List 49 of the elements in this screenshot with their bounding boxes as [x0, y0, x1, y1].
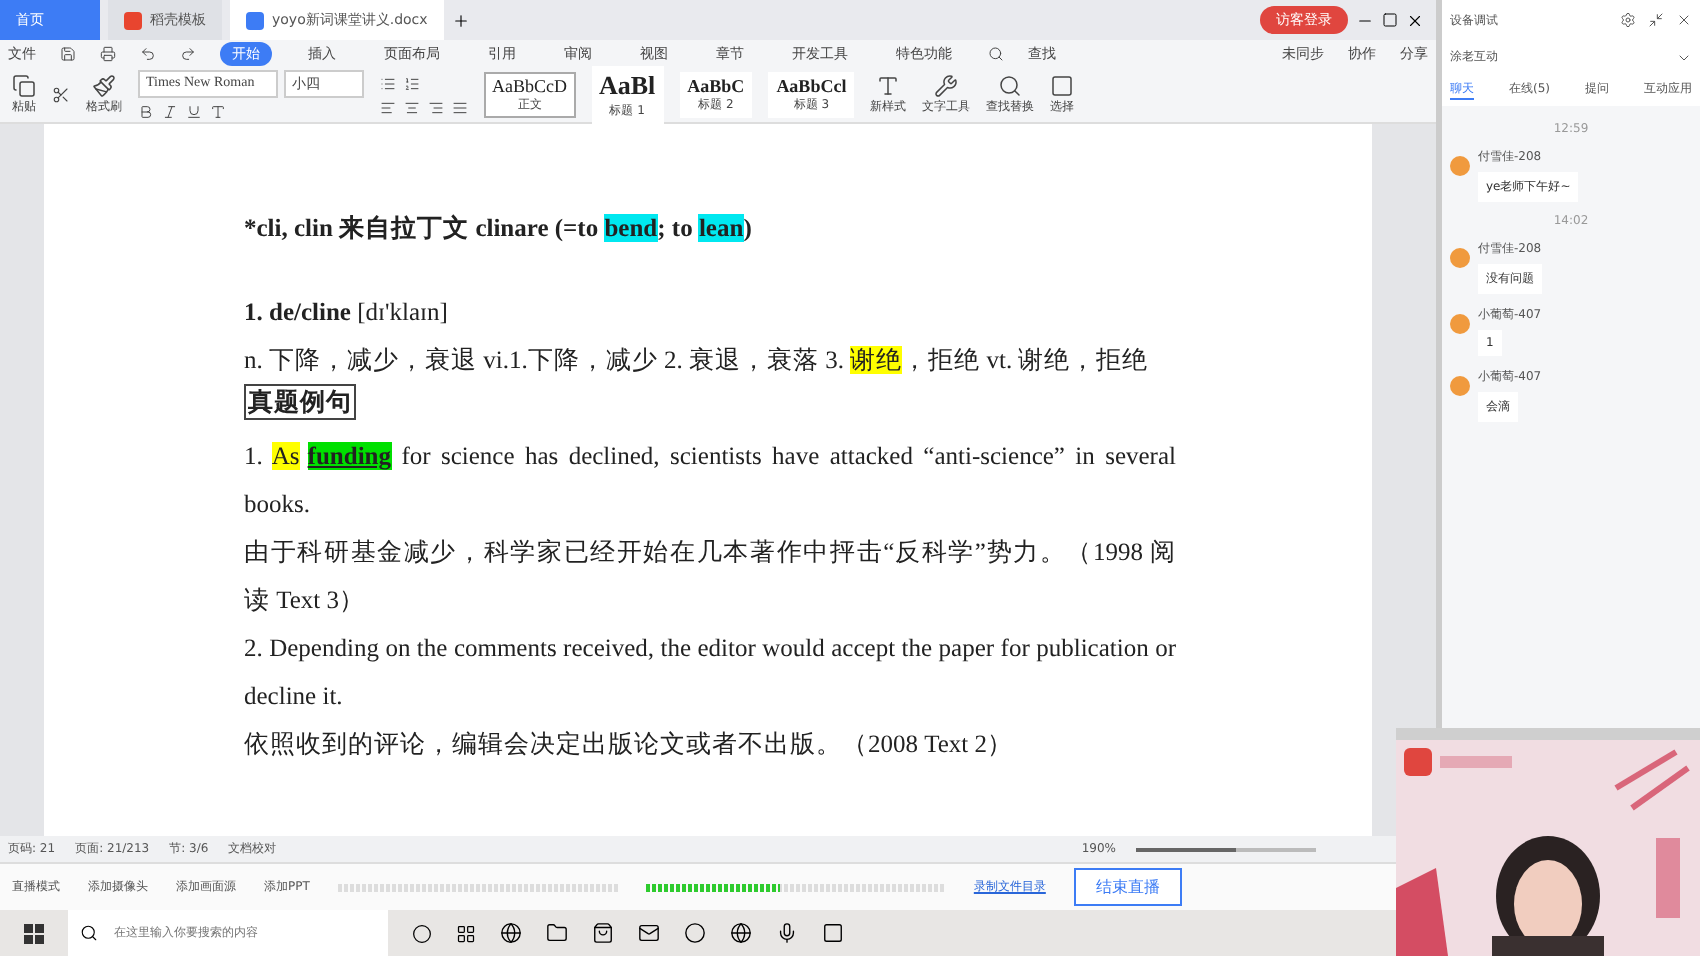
search-icon [80, 924, 98, 942]
user-avatar [1450, 248, 1470, 268]
redo-icon[interactable] [180, 46, 196, 62]
end-live-button[interactable]: 结束直播 [1073, 868, 1182, 906]
justify-icon[interactable] [452, 99, 468, 115]
store-icon[interactable] [592, 922, 614, 944]
maximize-icon[interactable] [1382, 12, 1398, 28]
user-avatar [1450, 156, 1470, 176]
folder-icon[interactable] [546, 922, 568, 944]
close-icon[interactable] [1676, 12, 1692, 28]
user-avatar [1450, 376, 1470, 396]
undo-icon[interactable] [140, 46, 156, 62]
section-label: 真题例句 [244, 384, 356, 420]
numbered-list-icon[interactable] [404, 75, 420, 91]
collapse-icon[interactable] [1648, 12, 1664, 28]
windows-logo-icon[interactable] [24, 923, 44, 943]
search-icon[interactable] [988, 46, 1004, 62]
italic-icon[interactable] [162, 104, 178, 120]
root-heading: *cli, clin 来自拉丁文 clinare (=to bend; to lean) [244, 212, 754, 246]
tool-icon[interactable] [934, 74, 959, 98]
paragraph: 2. Depending on the comments received, the editor would accept the paper for publication or decline it. [244, 632, 1176, 714]
mail-icon[interactable] [638, 922, 660, 944]
close-icon[interactable] [1406, 11, 1424, 29]
document-icon [246, 11, 264, 29]
align-center-icon[interactable] [404, 99, 420, 115]
align-right-icon[interactable] [428, 99, 444, 115]
print-icon[interactable] [100, 46, 116, 62]
save-icon[interactable] [60, 46, 76, 62]
underline-icon[interactable] [186, 104, 202, 120]
paste-icon[interactable] [12, 74, 36, 98]
paragraph: 由于科研基金减少，科学家已经开始在几本著作中抨击“反科学”势力。（1998 阅读 Text 3） [244, 536, 1176, 618]
browser-icon[interactable] [500, 922, 522, 944]
user-avatar [1450, 314, 1470, 334]
bullet-list-icon[interactable] [380, 75, 396, 91]
tool-icon[interactable] [998, 74, 1023, 98]
task-view-icon[interactable] [412, 923, 432, 943]
tool-icon[interactable] [876, 74, 901, 98]
bold-icon[interactable] [138, 104, 154, 120]
align-left-icon[interactable] [380, 99, 396, 115]
window-grid-icon[interactable] [456, 923, 476, 943]
font-color-icon[interactable] [210, 104, 226, 120]
new-tab-icon[interactable] [451, 11, 470, 29]
format-painter-icon[interactable] [92, 74, 116, 98]
paragraph: 1. de/cline [dɪ'klaɪn] [244, 296, 450, 330]
paragraph: n. 下降，减少，衰退 vi.1.下降，减少 2. 衰退，衰落 3. 谢绝，拒绝 vt. 谢绝，拒绝 [244, 344, 1151, 378]
settings-icon[interactable] [1620, 12, 1636, 28]
paragraph: 依照收到的评论，编辑会决定出版论文或者不出版。（2008 Text 2） [244, 728, 1016, 762]
tool-icon[interactable] [1050, 74, 1075, 98]
cut-icon[interactable] [52, 86, 70, 104]
